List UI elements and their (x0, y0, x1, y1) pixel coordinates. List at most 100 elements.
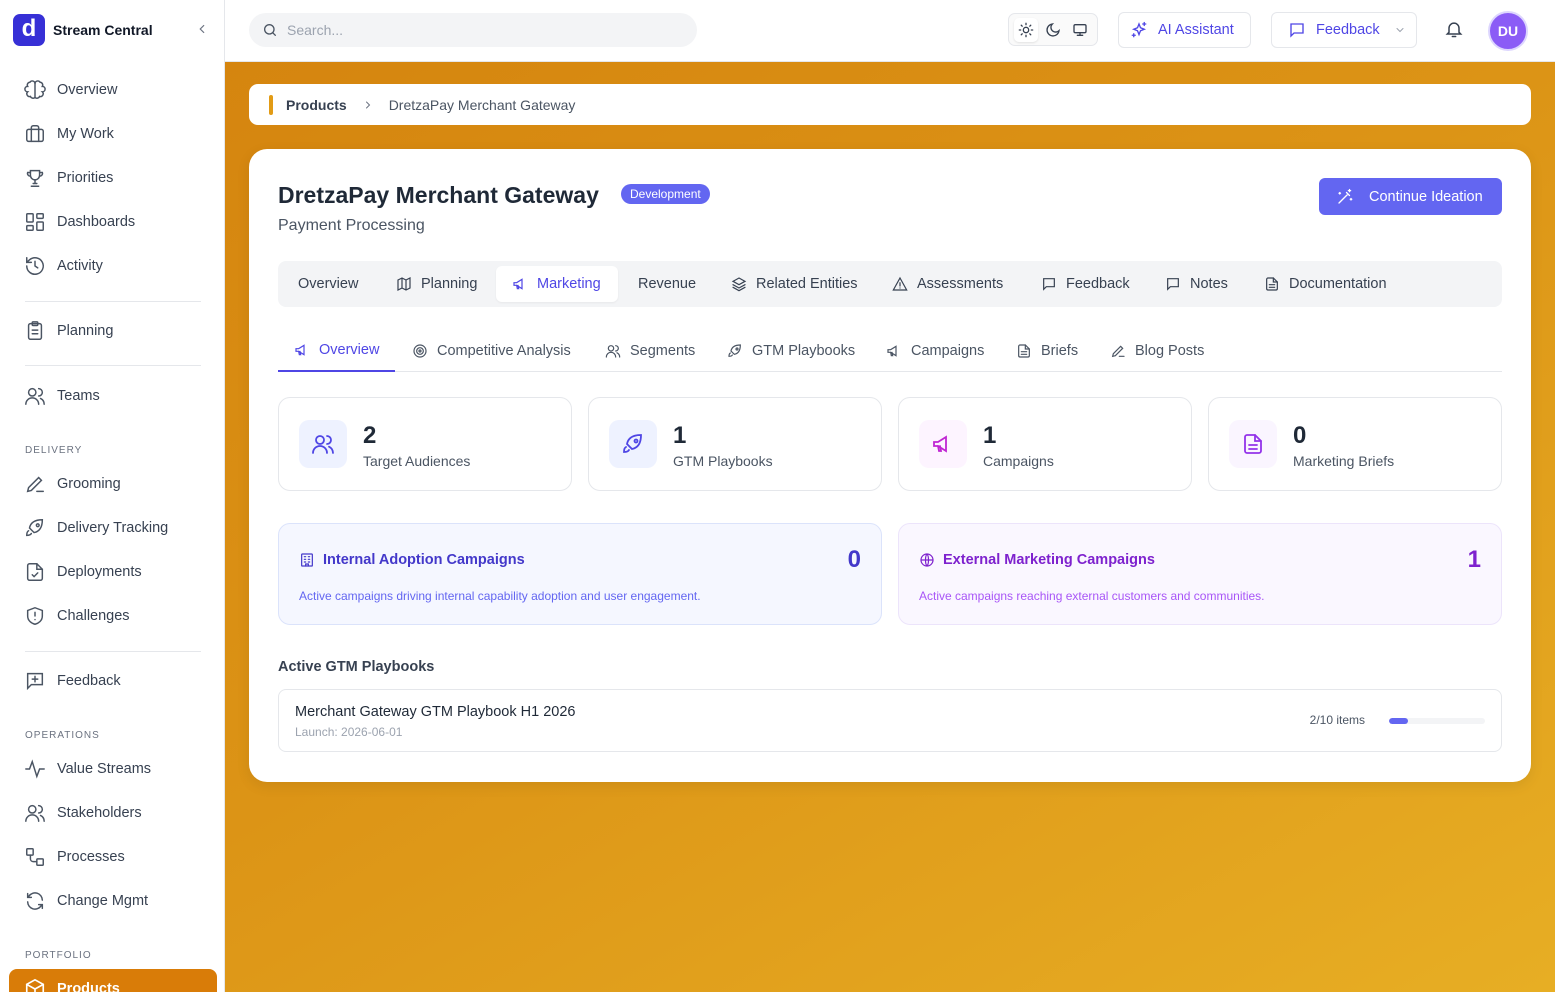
collapse-sidebar-icon[interactable] (195, 22, 209, 36)
product-card: DretzaPay Merchant Gateway Development P… (249, 149, 1531, 782)
sidebar-item-label: Grooming (57, 476, 121, 492)
panel-title: Internal Adoption Campaigns (299, 552, 525, 568)
section-title: Active GTM Playbooks (278, 659, 435, 675)
sidebar-item-dashboards[interactable]: Dashboards (24, 206, 214, 238)
stat-target-audiences[interactable]: 2 Target Audiences (278, 397, 572, 491)
wand-icon (1336, 188, 1354, 206)
sun-icon[interactable] (1013, 17, 1038, 42)
sidebar-item-my-work[interactable]: My Work (24, 118, 214, 150)
continue-ideation-button[interactable]: Continue Ideation (1319, 178, 1502, 215)
history-icon (24, 255, 46, 277)
search-icon (262, 22, 278, 38)
search-input[interactable]: Search... (249, 13, 697, 47)
feedback-button[interactable]: Feedback (1271, 12, 1417, 48)
sidebar-item-challenges[interactable]: Challenges (24, 600, 214, 632)
subtab-label: GTM Playbooks (752, 342, 856, 359)
subtab-campaigns[interactable]: Campaigns (886, 329, 984, 372)
sidebar-item-label: Planning (57, 323, 114, 339)
subtab-blog-posts[interactable]: Blog Posts (1110, 329, 1204, 372)
sidebar-item-deployments[interactable]: Deployments (24, 556, 214, 588)
tab-overview[interactable]: Overview (298, 266, 358, 302)
pencil-icon (24, 473, 46, 495)
stat-gtm-playbooks[interactable]: 1 GTM Playbooks (588, 397, 882, 491)
playbook-row[interactable]: Merchant Gateway GTM Playbook H1 2026 La… (278, 689, 1502, 752)
sidebar-divider (25, 301, 201, 302)
chevron-right-icon (362, 99, 374, 111)
moon-icon[interactable] (1041, 18, 1065, 42)
sidebar-item-overview[interactable]: Overview (24, 74, 214, 106)
warning-icon (892, 276, 908, 292)
panel-count: 1 (1467, 546, 1481, 573)
sidebar-item-change-mgmt[interactable]: Change Mgmt (24, 885, 214, 917)
workflow-icon (24, 846, 46, 868)
marketing-subtabs: Overview Competitive Analysis Segments G… (278, 329, 1502, 372)
brand[interactable]: d Stream Central (13, 14, 213, 46)
sidebar-item-products[interactable]: Products (9, 969, 217, 992)
sidebar-item-activity[interactable]: Activity (24, 250, 214, 282)
sidebar-item-label: Deployments (57, 564, 142, 580)
external-campaigns-panel[interactable]: External Marketing Campaigns 1 Active ca… (898, 523, 1502, 625)
subtab-competitive-analysis[interactable]: Competitive Analysis (412, 329, 571, 372)
internal-campaigns-panel[interactable]: Internal Adoption Campaigns 0 Active cam… (278, 523, 882, 625)
product-category: Payment Processing (278, 217, 425, 234)
refresh-icon (24, 890, 46, 912)
bell-icon[interactable] (1444, 19, 1464, 39)
tab-notes[interactable]: Notes (1165, 266, 1228, 302)
sidebar-item-grooming[interactable]: Grooming (24, 468, 214, 500)
tab-label: Related Entities (756, 276, 858, 292)
sidebar-item-label: Products (57, 981, 120, 992)
stat-marketing-briefs[interactable]: 0 Marketing Briefs (1208, 397, 1502, 491)
playbook-launch: Launch: 2026-06-01 (295, 725, 403, 739)
document-icon (1016, 343, 1032, 359)
tab-documentation[interactable]: Documentation (1264, 266, 1387, 302)
tab-assessments[interactable]: Assessments (892, 266, 1003, 302)
ai-assistant-button[interactable]: AI Assistant (1118, 12, 1251, 48)
tab-related-entities[interactable]: Related Entities (731, 266, 858, 302)
sidebar-item-label: Dashboards (57, 214, 136, 230)
theme-switcher (1008, 13, 1098, 46)
sidebar-item-teams[interactable]: Teams (24, 380, 214, 412)
status-badge: Development (621, 184, 710, 204)
tab-feedback[interactable]: Feedback (1041, 266, 1130, 302)
cta-label: Continue Ideation (1369, 188, 1483, 205)
sidebar-item-stakeholders[interactable]: Stakeholders (24, 797, 214, 829)
breadcrumb-root[interactable]: Products (286, 97, 347, 113)
rocket-icon (609, 420, 657, 468)
sidebar-item-processes[interactable]: Processes (24, 841, 214, 873)
subtab-label: Segments (630, 342, 696, 359)
monitor-icon[interactable] (1068, 18, 1092, 42)
document-icon (1229, 420, 1277, 468)
tab-revenue[interactable]: Revenue (638, 266, 696, 302)
panel-description: Active campaigns reaching external custo… (919, 589, 1265, 603)
users-icon (299, 420, 347, 468)
sidebar-item-delivery-tracking[interactable]: Delivery Tracking (24, 512, 214, 544)
sidebar-item-feedback[interactable]: Feedback (24, 665, 214, 697)
tab-marketing[interactable]: Marketing (496, 266, 618, 302)
sidebar-item-planning[interactable]: Planning (24, 315, 214, 347)
main-content: Products DretzaPay Merchant Gateway Dret… (225, 62, 1555, 992)
sidebar-item-value-streams[interactable]: Value Streams (24, 753, 214, 785)
subtab-segments[interactable]: Segments (605, 329, 695, 372)
sidebar-item-priorities[interactable]: Priorities (24, 162, 214, 194)
subtab-overview[interactable]: Overview (278, 329, 396, 372)
megaphone-icon (919, 420, 967, 468)
stat-campaigns[interactable]: 1 Campaigns (898, 397, 1192, 491)
stat-value: 2 (363, 422, 377, 449)
playbook-progress-bar (1389, 718, 1485, 724)
layers-icon (731, 276, 747, 292)
file-check-icon (24, 561, 46, 583)
stat-value: 0 (1293, 422, 1307, 449)
tab-planning[interactable]: Planning (396, 266, 477, 302)
tab-label: Overview (298, 276, 359, 292)
megaphone-icon (886, 343, 902, 359)
subtab-briefs[interactable]: Briefs (1016, 329, 1078, 372)
rocket-icon (727, 343, 743, 359)
app-name: Stream Central (53, 22, 153, 38)
sparkles-icon (1130, 21, 1148, 39)
tab-label: Feedback (1066, 276, 1130, 292)
sidebar-item-label: Stakeholders (57, 805, 142, 821)
subtab-gtm-playbooks[interactable]: GTM Playbooks (727, 329, 855, 372)
tab-label: Assessments (917, 276, 1004, 292)
tab-label: Marketing (537, 276, 601, 292)
avatar[interactable]: DU (1488, 11, 1528, 51)
